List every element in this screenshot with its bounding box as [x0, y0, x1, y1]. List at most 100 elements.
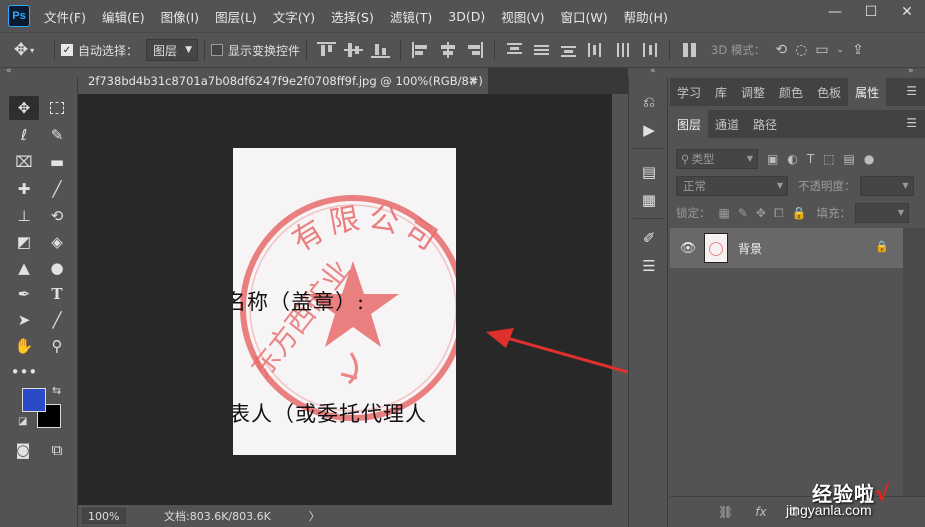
quick-select-tool-icon[interactable]: ✎: [42, 123, 72, 147]
lock-artboard-icon[interactable]: ⧠: [774, 206, 784, 221]
screen-mode-icon[interactable]: ⧉: [42, 438, 72, 462]
filter-type-icon[interactable]: T: [807, 152, 814, 166]
menu-select[interactable]: 选择(S): [331, 7, 374, 26]
menu-help[interactable]: 帮助(H): [624, 7, 668, 26]
tab-paths[interactable]: 路径: [746, 110, 784, 138]
tab-swatches[interactable]: 色板: [810, 78, 848, 106]
panel-menu-icon[interactable]: ☰: [906, 84, 917, 98]
align-right-icon[interactable]: [465, 42, 484, 58]
move-tool-preset-icon[interactable]: ✥ ▾: [0, 40, 48, 60]
actions-play-icon[interactable]: ▶: [639, 120, 659, 140]
align-left-icon[interactable]: [411, 42, 430, 58]
align-top-icon[interactable]: [317, 42, 337, 58]
filter-smart-object-icon[interactable]: ▤: [844, 152, 855, 166]
distribute-vcenter-icon[interactable]: [532, 42, 551, 58]
lock-paint-icon[interactable]: ✎: [738, 206, 748, 220]
collapse-right-panel-icon[interactable]: »: [908, 66, 914, 76]
fill-field[interactable]: ▼: [855, 203, 910, 223]
blur-tool-icon[interactable]: ▲: [9, 256, 39, 280]
lasso-tool-icon[interactable]: ℓ: [9, 123, 39, 147]
tab-adjustments[interactable]: 调整: [734, 78, 772, 106]
show-transform-checkbox[interactable]: [211, 44, 224, 56]
close-button[interactable]: ✕: [889, 0, 925, 24]
workspace-icon[interactable]: ▭: [815, 42, 828, 58]
crop-tool-icon[interactable]: ⌧: [9, 150, 39, 174]
collapse-toolbox-icon[interactable]: «: [6, 66, 12, 76]
menu-window[interactable]: 窗口(W): [561, 7, 608, 26]
lock-all-icon[interactable]: 🔒: [792, 206, 807, 220]
eraser-tool-icon[interactable]: ◩: [9, 230, 39, 254]
type-tool-icon[interactable]: T: [42, 282, 72, 306]
foreground-color-swatch[interactable]: [22, 388, 46, 412]
menu-type[interactable]: 文字(Y): [273, 7, 315, 26]
lock-position-icon[interactable]: ✥: [756, 206, 766, 220]
close-icon[interactable]: ×: [468, 73, 478, 87]
auto-align-icon[interactable]: [680, 42, 699, 58]
align-vcenter-icon[interactable]: [344, 42, 364, 58]
marquee-tool-icon[interactable]: [42, 96, 72, 120]
document-tab[interactable]: 2f738bd4b31c8701a7b08df6247f9e2f0708ff9f…: [78, 68, 488, 94]
distribute-hcenter-icon[interactable]: [613, 42, 632, 58]
move-tool-icon[interactable]: ✥: [9, 96, 39, 120]
paint-bucket-icon[interactable]: ◈: [42, 230, 72, 254]
panel-menu-icon[interactable]: ☰: [906, 116, 917, 130]
healing-brush-icon[interactable]: ✚: [9, 177, 39, 201]
lock-icon[interactable]: 🔒: [875, 240, 889, 253]
maximize-button[interactable]: ☐: [853, 0, 889, 24]
menu-view[interactable]: 视图(V): [501, 7, 544, 26]
layers-scrollbar[interactable]: [903, 228, 925, 496]
clone-stamp-icon[interactable]: ⊥: [9, 204, 39, 228]
hand-tool-icon[interactable]: ✋: [9, 334, 39, 358]
distribute-left-icon[interactable]: [586, 42, 605, 58]
zoom-level-field[interactable]: 100%: [82, 508, 126, 524]
quick-mask-icon[interactable]: ◙: [8, 438, 38, 462]
filter-toggle-icon[interactable]: ●: [864, 152, 874, 166]
path-select-icon[interactable]: ➤: [9, 308, 39, 332]
pen-tool-icon[interactable]: ✒: [9, 282, 39, 306]
line-tool-icon[interactable]: ╱: [42, 308, 72, 332]
layer-filter-dropdown[interactable]: ⚲ 类型 ▼: [676, 149, 758, 169]
ruler-tool-icon[interactable]: ▬: [42, 150, 72, 174]
menu-3d[interactable]: 3D(D): [448, 9, 485, 24]
menu-image[interactable]: 图像(I): [161, 7, 199, 26]
tab-layers[interactable]: 图层: [670, 110, 709, 138]
swap-colors-icon[interactable]: ⇆: [52, 384, 61, 397]
brush-settings-icon[interactable]: ✐: [639, 228, 659, 248]
auto-select-target-dropdown[interactable]: 图层 ▼: [146, 39, 199, 61]
menu-layer[interactable]: 图层(L): [215, 7, 257, 26]
align-hcenter-icon[interactable]: [438, 42, 457, 58]
collapse-mid-panel-icon[interactable]: «: [650, 66, 656, 76]
character-panel-icon[interactable]: ▦: [639, 190, 659, 210]
share-icon[interactable]: ⇪: [852, 42, 864, 58]
status-menu-arrow[interactable]: 〉: [309, 508, 320, 524]
3d-roll-icon[interactable]: ◌: [795, 42, 807, 58]
menu-file[interactable]: 文件(F): [44, 7, 86, 26]
layer-row[interactable]: 👁 背景 🔒: [670, 228, 903, 268]
tool-presets-icon[interactable]: ☰: [639, 256, 659, 276]
tab-learn[interactable]: 学习: [670, 78, 708, 106]
tab-color[interactable]: 颜色: [772, 78, 810, 106]
3d-rotate-icon[interactable]: ⟲: [775, 42, 787, 58]
filter-pixel-icon[interactable]: ▣: [767, 152, 778, 166]
link-layers-icon[interactable]: ⛓: [718, 505, 733, 519]
history-panel-icon[interactable]: ⎌: [639, 92, 659, 112]
brush-tool-icon[interactable]: ╱: [42, 177, 72, 201]
tab-channels[interactable]: 通道: [708, 110, 746, 138]
more-tools-icon[interactable]: •••: [9, 360, 39, 384]
distribute-right-icon[interactable]: [640, 42, 659, 58]
tab-libraries[interactable]: 库: [708, 78, 734, 106]
filter-adjustment-icon[interactable]: ◐: [787, 152, 797, 166]
zoom-tool-icon[interactable]: ⚲: [42, 334, 72, 358]
filter-shape-icon[interactable]: ⬚: [823, 152, 834, 166]
paragraph-panel-icon[interactable]: ▤: [639, 162, 659, 182]
align-bottom-icon[interactable]: [371, 42, 391, 58]
auto-select-checkbox[interactable]: ✓: [61, 44, 73, 56]
blend-mode-dropdown[interactable]: 正常 ▼: [676, 176, 788, 196]
opacity-field[interactable]: ▼: [859, 176, 914, 196]
tab-properties[interactable]: 属性: [848, 78, 887, 106]
distribute-bottom-icon[interactable]: [559, 42, 578, 58]
minimize-button[interactable]: —: [817, 0, 853, 24]
visibility-eye-icon[interactable]: 👁: [676, 241, 700, 256]
lock-transparent-icon[interactable]: ▦: [719, 206, 730, 220]
dodge-tool-icon[interactable]: ●: [42, 256, 72, 280]
